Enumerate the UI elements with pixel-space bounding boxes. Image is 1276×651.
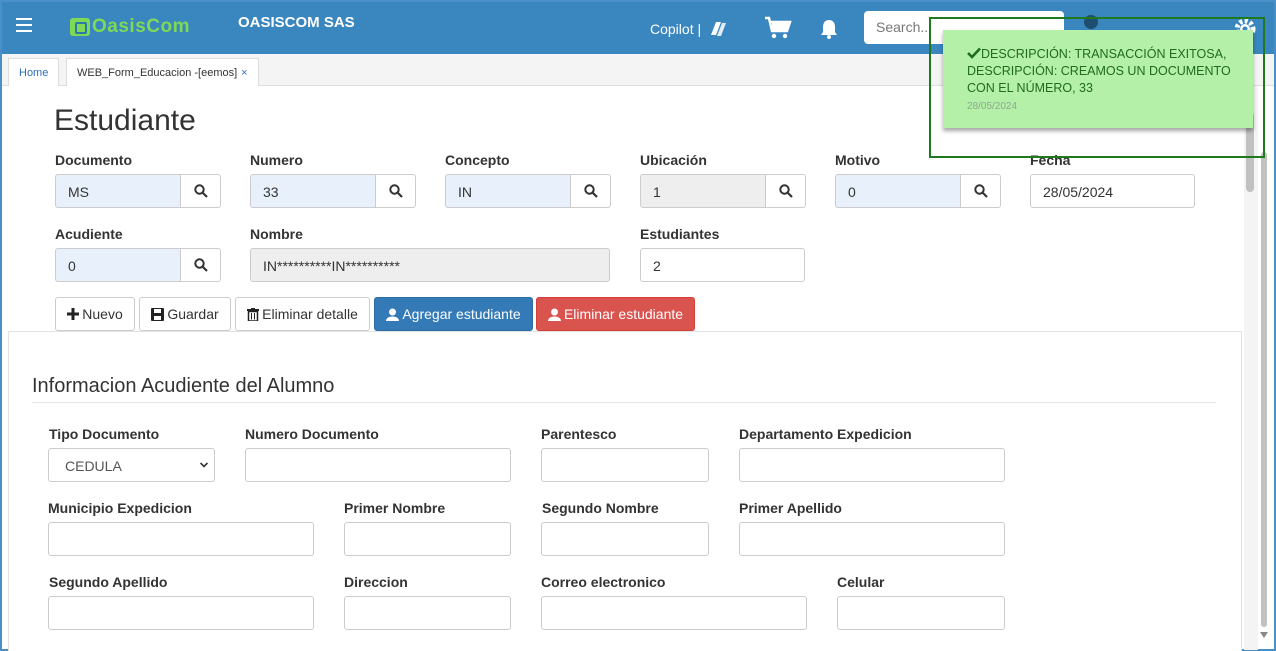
- eliminar-detalle-button[interactable]: Eliminar detalle: [235, 297, 370, 331]
- ubicacion-search-button[interactable]: [766, 174, 806, 208]
- acudiente-search-button[interactable]: [181, 248, 221, 282]
- documento-search-button[interactable]: [181, 174, 221, 208]
- guardar-button[interactable]: Guardar: [139, 297, 231, 331]
- departamento-input[interactable]: [739, 448, 1005, 482]
- search-icon: [388, 184, 403, 198]
- concepto-label: Concepto: [445, 152, 510, 168]
- tab-home-label: Home: [19, 67, 49, 79]
- success-toast[interactable]: DESCRIPCIÓN: TRANSACCIÓN EXITOSA, DESCRI…: [943, 30, 1253, 128]
- tipo-documento-value: CEDULA: [65, 458, 122, 474]
- motivo-search-button[interactable]: [961, 174, 1001, 208]
- municipio-input[interactable]: [48, 522, 314, 556]
- agregar-estudiante-label: Agregar estudiante: [402, 306, 521, 322]
- search-icon: [778, 184, 793, 198]
- estudiantes-label: Estudiantes: [640, 226, 720, 242]
- page-title: Estudiante: [54, 104, 196, 137]
- celular-label: Celular: [837, 574, 885, 590]
- documento-label: Documento: [55, 152, 132, 168]
- departamento-label: Departamento Expedicion: [739, 426, 912, 442]
- outer-scrollbar-thumb[interactable]: [1261, 152, 1267, 627]
- direccion-input[interactable]: [344, 596, 511, 630]
- toast-date: 28/05/2024: [967, 101, 1018, 112]
- acudiente-input[interactable]: 0: [55, 248, 181, 282]
- chevron-down-icon: [200, 462, 208, 468]
- checkmark-icon: [967, 47, 981, 59]
- company-name: OASISCOM SAS: [238, 14, 355, 31]
- numero-documento-label: Numero Documento: [245, 426, 379, 442]
- concepto-search-button[interactable]: [571, 174, 611, 208]
- direccion-label: Direccion: [344, 574, 408, 590]
- segundo-nombre-label: Segundo Nombre: [542, 500, 659, 516]
- parentesco-input[interactable]: [541, 448, 709, 482]
- primer-nombre-input[interactable]: [344, 522, 511, 556]
- guardar-label: Guardar: [167, 306, 219, 322]
- nombre-input[interactable]: IN**********IN**********: [250, 248, 610, 282]
- save-icon: [151, 307, 165, 321]
- shopping-cart-icon[interactable]: [764, 16, 792, 40]
- motivo-label: Motivo: [835, 152, 881, 168]
- toast-message-line2: DESCRIPCIÓN: CREAMOS UN DOCUMENTO: [967, 64, 1231, 78]
- copilot-icon: [711, 22, 727, 36]
- documento-input[interactable]: MS: [55, 174, 181, 208]
- notification-bell-icon[interactable]: [820, 18, 838, 40]
- municipio-label: Municipio Expedicion: [48, 500, 192, 516]
- hamburger-menu-icon[interactable]: [16, 18, 32, 32]
- acudiente-label: Acudiente: [55, 226, 123, 242]
- primer-apellido-input[interactable]: [739, 522, 1005, 556]
- ubicacion-label: Ubicación: [640, 152, 707, 168]
- copilot-button[interactable]: Copilot |: [650, 19, 729, 39]
- eliminar-estudiante-button[interactable]: Eliminar estudiante: [536, 297, 695, 331]
- tab-form-label: WEB_Form_Educacion -[eemos]: [77, 67, 238, 79]
- nombre-label: Nombre: [250, 226, 303, 242]
- guardian-section-title: Informacion Acudiente del Alumno: [32, 375, 335, 397]
- toast-message-line3: CON EL NÚMERO, 33: [967, 81, 1093, 95]
- tab-home[interactable]: Home: [8, 58, 60, 86]
- agregar-estudiante-button[interactable]: Agregar estudiante: [374, 297, 533, 331]
- estudiantes-input[interactable]: 2: [640, 248, 805, 282]
- eliminar-estudiante-label: Eliminar estudiante: [563, 306, 684, 322]
- primer-apellido-label: Primer Apellido: [739, 500, 842, 516]
- search-icon: [973, 184, 988, 198]
- tab-web-form-educacion[interactable]: WEB_Form_Educacion -[eemos] ×: [66, 58, 259, 86]
- user-icon: [386, 308, 400, 321]
- section-divider: [32, 402, 1216, 403]
- search-icon: [193, 184, 208, 198]
- logo-text: OasisCom: [92, 16, 190, 37]
- numero-documento-input[interactable]: [245, 448, 511, 482]
- eliminar-detalle-label: Eliminar detalle: [262, 306, 358, 322]
- plus-icon: [67, 308, 80, 320]
- search-icon: [583, 184, 598, 198]
- toast-line1-text: DESCRIPCIÓN: TRANSACCIÓN EXITOSA,: [981, 47, 1227, 61]
- primer-nombre-label: Primer Nombre: [344, 500, 446, 516]
- tab-close-icon[interactable]: ×: [241, 67, 247, 79]
- scroll-down-arrow-icon[interactable]: [1260, 632, 1268, 638]
- fecha-input[interactable]: 28/05/2024: [1030, 174, 1195, 208]
- parentesco-label: Parentesco: [541, 426, 617, 442]
- correo-label: Correo electronico: [541, 574, 666, 590]
- segundo-nombre-input[interactable]: [541, 522, 709, 556]
- concepto-input[interactable]: IN: [445, 174, 571, 208]
- logo-mark-icon: [70, 18, 90, 36]
- tipo-documento-select[interactable]: CEDULA: [48, 448, 215, 482]
- correo-input[interactable]: [541, 596, 807, 630]
- toast-message-line1: DESCRIPCIÓN: TRANSACCIÓN EXITOSA,: [967, 46, 1239, 63]
- search-icon: [193, 258, 208, 272]
- celular-input[interactable]: [837, 596, 1005, 630]
- search-placeholder: Search...: [876, 19, 933, 35]
- nuevo-button[interactable]: Nuevo: [55, 297, 135, 331]
- motivo-input[interactable]: 0: [835, 174, 961, 208]
- ubicacion-input[interactable]: 1: [640, 174, 766, 208]
- segundo-apellido-input[interactable]: [48, 596, 314, 630]
- copilot-label: Copilot |: [650, 21, 702, 37]
- nuevo-label: Nuevo: [82, 306, 123, 322]
- oasiscom-logo[interactable]: OasisCom: [70, 16, 190, 38]
- numero-input[interactable]: 33: [250, 174, 376, 208]
- numero-label: Numero: [250, 152, 303, 168]
- tipo-documento-label: Tipo Documento: [49, 426, 160, 442]
- segundo-apellido-label: Segundo Apellido: [49, 574, 168, 590]
- user-icon: [547, 308, 561, 321]
- numero-search-button[interactable]: [376, 174, 416, 208]
- trash-icon: [247, 307, 260, 321]
